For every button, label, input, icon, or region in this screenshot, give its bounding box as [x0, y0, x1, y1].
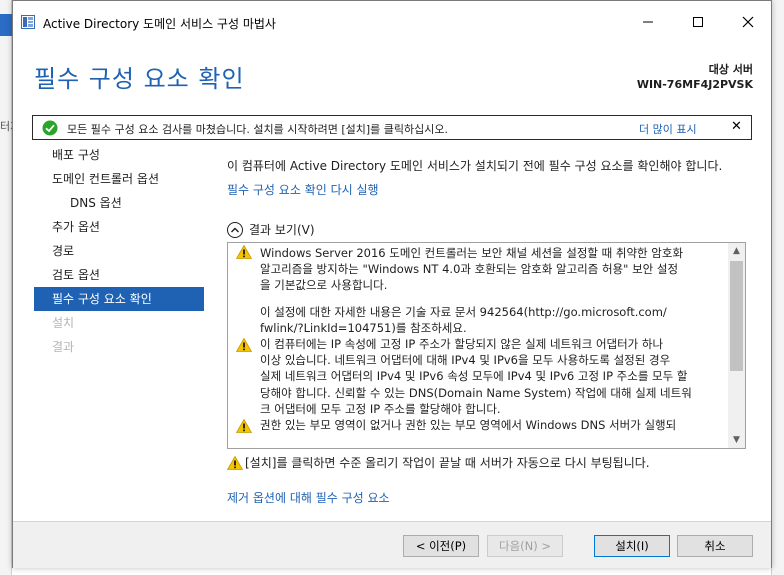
results-list: Windows Server 2016 도메인 컨트롤러는 보안 채널 세션을 … — [228, 243, 728, 448]
next-button: 다음(N) > — [487, 535, 563, 557]
result-text-line: fwlink/?LinkId=104751)를 참조하세요. — [260, 320, 467, 335]
reboot-warning-text: [설치]를 클릭하면 수준 올리기 작업이 끝날 때 서버가 자동으로 다시 부… — [245, 456, 650, 470]
warning-icon — [236, 245, 252, 259]
close-button[interactable] — [725, 1, 771, 43]
notification-close-button[interactable]: ✕ — [731, 119, 742, 134]
show-more-link[interactable]: 더 많이 표시 — [639, 121, 697, 137]
result-item: 권한 있는 부모 영역이 없거나 권한 있는 부모 영역에서 Windows D… — [228, 417, 728, 433]
intro-text: 이 컴퓨터에 Active Directory 도메인 서비스가 설치되기 전에… — [227, 159, 723, 173]
maximize-button[interactable] — [675, 1, 721, 43]
page-title: 필수 구성 요소 확인 — [34, 65, 245, 93]
result-text-line: 당해야 합니다. 신뢰할 수 있는 DNS(Domain Name System… — [260, 385, 692, 400]
result-text-line: 크 어댑터에 모두 고정 IP 주소를 할당해야 합니다. — [260, 401, 501, 416]
nav-item-results: 결과 — [52, 340, 75, 354]
scroll-down-icon[interactable]: ▼ — [728, 432, 745, 448]
result-text-line: 이 설정에 대한 자세한 내용은 기술 자료 문서 942564(http://… — [260, 304, 667, 319]
check-circle-icon — [42, 120, 58, 136]
scrollbar-thumb[interactable] — [730, 261, 743, 371]
nav-item-dns-options[interactable]: DNS 옵션 — [34, 191, 204, 215]
wizard-footer: < 이전(P) 다음(N) > 설치(I) 취소 — [13, 522, 771, 568]
view-results-toggle[interactable]: 결과 보기(V) — [227, 221, 315, 238]
result-text-line: 이상 있습니다. 네트워크 어댑터에 대해 IPv4 및 IPv6을 모두 사용… — [260, 353, 671, 368]
maximize-icon — [693, 17, 703, 27]
window-title: Active Directory 도메인 서비스 구성 마법사 — [43, 17, 276, 31]
nav-item-review-options[interactable]: 검토 옵션 — [34, 263, 204, 287]
collapse-chevron-icon — [227, 221, 243, 238]
nav-item-installation: 설치 — [52, 316, 75, 330]
removal-prerequisites-link[interactable]: 제거 옵션에 대해 필수 구성 요소 — [227, 489, 390, 506]
notification-text: 모든 필수 구성 요소 검사를 마쳤습니다. 설치를 시작하려면 [설치]를 클… — [67, 123, 449, 136]
result-text-line: 권한 있는 부모 영역이 없거나 권한 있는 부모 영역에서 Windows D… — [260, 418, 677, 433]
warning-icon — [227, 455, 243, 470]
background-selection — [0, 14, 12, 36]
minimize-icon — [643, 21, 653, 23]
previous-button[interactable]: < 이전(P) — [403, 535, 479, 557]
results-panel[interactable]: Windows Server 2016 도메인 컨트롤러는 보안 채널 세션을 … — [227, 242, 746, 449]
background-window-right — [771, 0, 784, 575]
view-results-label: 결과 보기(V) — [249, 223, 315, 237]
nav-item-deployment-config[interactable]: 배포 구성 — [34, 143, 204, 167]
target-server-label: 대상 서버 — [708, 63, 753, 76]
server-manager-icon — [21, 15, 35, 29]
background-window-left — [0, 0, 12, 575]
reboot-warning: [설치]를 클릭하면 수준 올리기 작업이 끝날 때 서버가 자동으로 다시 부… — [227, 454, 650, 471]
result-text-line: 실제 네트워크 어댑터의 IPv4 및 IPv6 속성 모두에 IPv4 및 I… — [260, 369, 688, 384]
rerun-prerequisites-link[interactable]: 필수 구성 요소 확인 다시 실행 — [227, 181, 379, 198]
nav-item-additional-options[interactable]: 추가 옵션 — [34, 215, 204, 239]
status-notification-bar: 모든 필수 구성 요소 검사를 마쳤습니다. 설치를 시작하려면 [설치]를 클… — [32, 115, 752, 140]
minimize-button[interactable] — [625, 1, 671, 43]
cancel-button[interactable]: 취소 — [677, 535, 753, 557]
close-icon — [742, 16, 754, 28]
title-bar[interactable]: Active Directory 도메인 서비스 구성 마법사 — [13, 1, 771, 43]
nav-item-prerequisites-check[interactable]: 필수 구성 요소 확인 — [34, 287, 204, 311]
warning-icon — [236, 419, 252, 433]
result-text-line: 이 컴퓨터에는 IP 속성에 고정 IP 주소가 할당되지 않은 실제 네트워크… — [260, 337, 664, 352]
install-button[interactable]: 설치(I) — [594, 535, 670, 557]
nav-item-dc-options[interactable]: 도메인 컨트롤러 옵션 — [34, 167, 204, 191]
wizard-window: Active Directory 도메인 서비스 구성 마법사 필수 구성 요소… — [12, 0, 772, 568]
target-server-name: WIN-76MF4J2PVSK — [636, 78, 753, 91]
result-item: 이 컴퓨터에는 IP 속성에 고정 IP 주소가 할당되지 않은 실제 네트워크… — [228, 336, 728, 417]
wizard-navigation: 배포 구성 도메인 컨트롤러 옵션 DNS 옵션 추가 옵션 경로 검토 옵션 … — [34, 143, 204, 359]
warning-icon — [236, 338, 252, 352]
nav-item-paths[interactable]: 경로 — [34, 239, 204, 263]
result-text-line: Windows Server 2016 도메인 컨트롤러는 보안 채널 세션을 … — [260, 246, 684, 260]
result-text-line: 알고리즘을 방지하는 "Windows NT 4.0과 호환되는 암호화 알고리… — [260, 262, 679, 277]
result-item: Windows Server 2016 도메인 컨트롤러는 보안 채널 세션을 … — [228, 243, 728, 336]
scroll-up-icon[interactable]: ▲ — [728, 243, 745, 259]
wizard-header: 필수 구성 요소 확인 대상 서버 WIN-76MF4J2PVSK — [13, 43, 771, 111]
results-scrollbar[interactable]: ▲ ▼ — [728, 243, 745, 448]
result-text-line: 을 기본값으로 사용합니다. — [260, 278, 388, 293]
